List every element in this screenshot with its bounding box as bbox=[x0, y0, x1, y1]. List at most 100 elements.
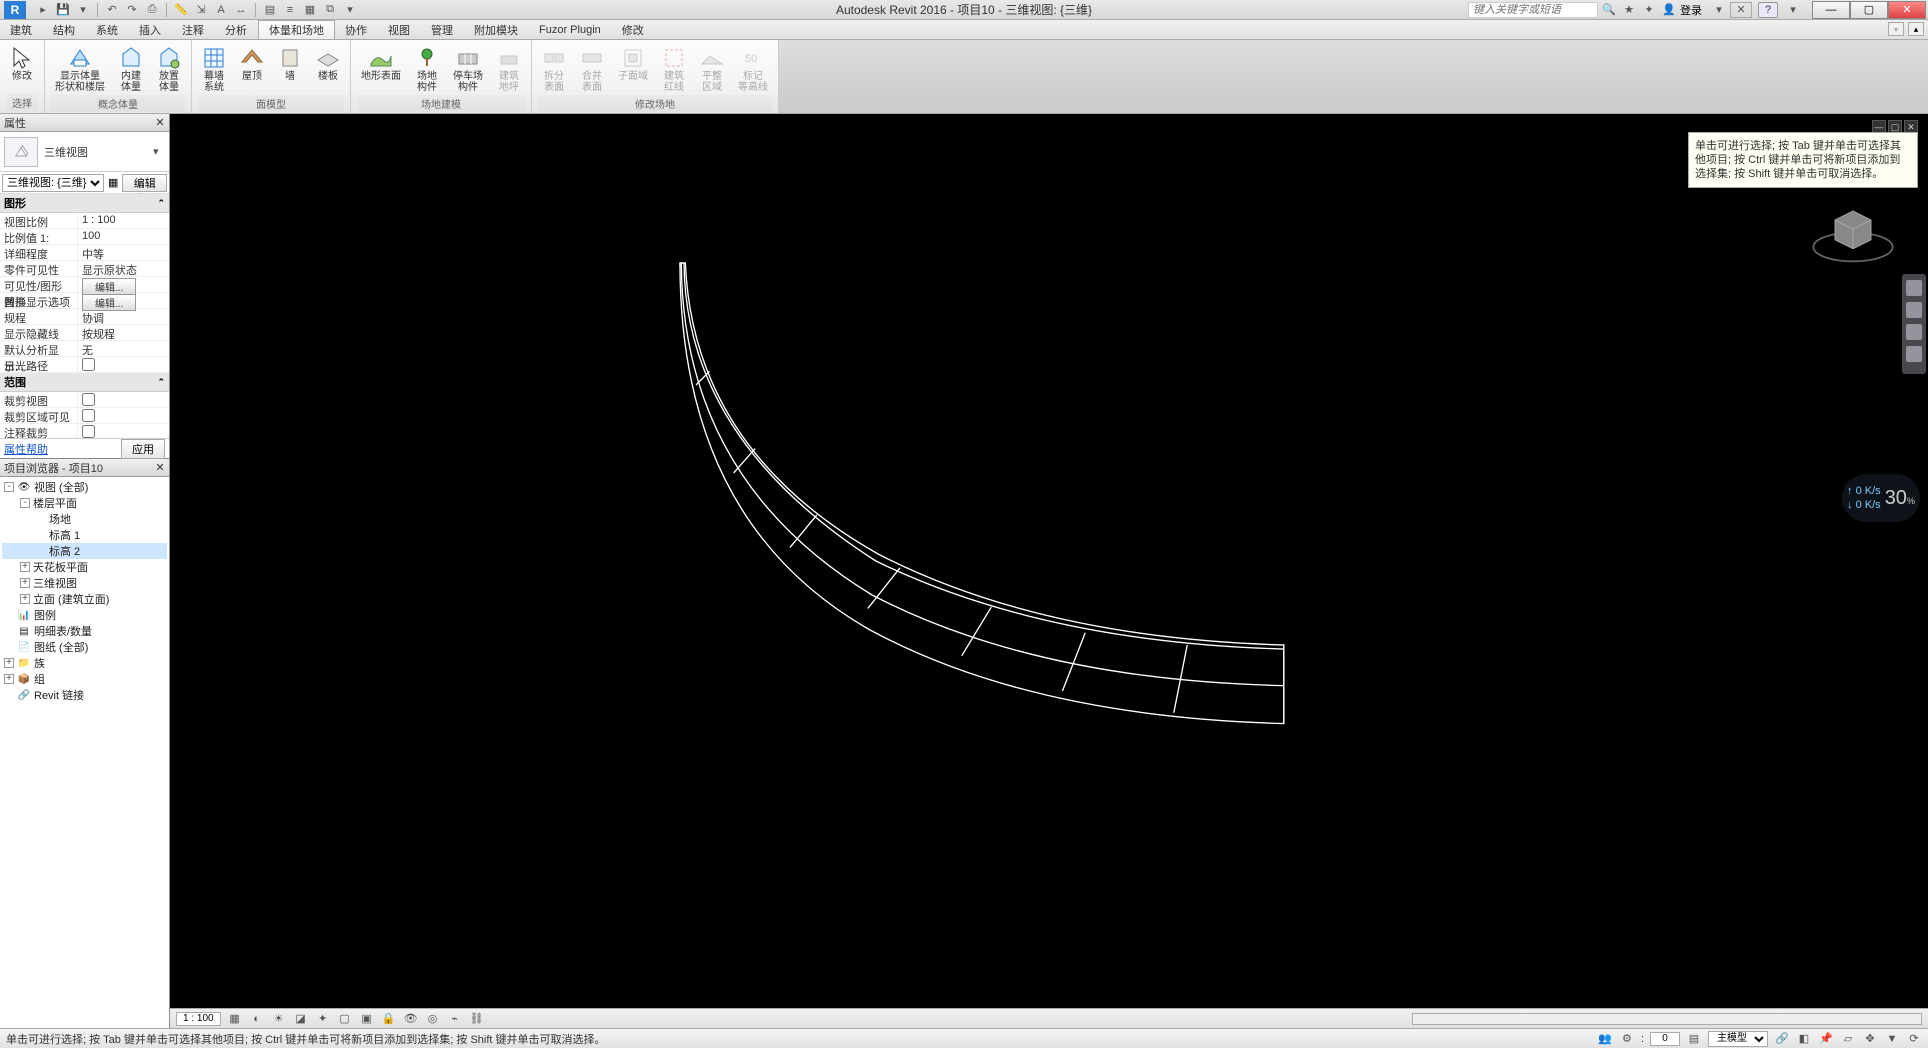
prop-checkbox[interactable] bbox=[82, 358, 95, 371]
infocenter-close-icon[interactable]: ✕ bbox=[1730, 2, 1752, 18]
dimension-icon[interactable]: ↔ bbox=[232, 2, 250, 18]
prop-category[interactable]: 范围⌃ bbox=[0, 373, 169, 392]
subscription-icon[interactable]: ★ bbox=[1620, 2, 1638, 18]
maximize-button[interactable]: ▢ bbox=[1850, 1, 1888, 19]
apply-button[interactable]: 应用 bbox=[121, 439, 165, 459]
exchange-icon[interactable]: ✦ bbox=[1640, 2, 1658, 18]
prop-value[interactable] bbox=[78, 408, 169, 423]
prop-value[interactable]: 编辑... bbox=[78, 277, 169, 292]
shadows-icon[interactable]: ◪ bbox=[293, 1012, 309, 1026]
tab-view[interactable]: 视图 bbox=[378, 20, 421, 39]
tab-annotate[interactable]: 注释 bbox=[172, 20, 215, 39]
minimize-button[interactable]: — bbox=[1812, 1, 1850, 19]
properties-grid[interactable]: 图形⌃视图比例1 : 100比例值 1:100详细程度中等零件可见性显示原状态可… bbox=[0, 194, 169, 438]
project-browser-tree[interactable]: -👁视图 (全部)-楼层平面场地标高 1标高 2+天花板平面+三维视图+立面 (… bbox=[0, 477, 169, 1028]
tab-massing-site[interactable]: 体量和场地 bbox=[258, 20, 335, 39]
prop-value[interactable]: 无 bbox=[78, 341, 169, 356]
tree-row[interactable]: 📊图例 bbox=[2, 607, 167, 623]
crop-view-icon[interactable]: ▢ bbox=[337, 1012, 353, 1026]
prop-checkbox[interactable] bbox=[82, 393, 95, 406]
tab-modify[interactable]: 修改 bbox=[612, 20, 655, 39]
coord-value[interactable] bbox=[1650, 1032, 1680, 1046]
prop-checkbox[interactable] bbox=[82, 425, 95, 438]
tree-expander[interactable]: + bbox=[20, 578, 30, 588]
drag-elements-icon[interactable]: ✥ bbox=[1862, 1032, 1878, 1046]
analytical-icon[interactable]: ⌁ bbox=[447, 1012, 463, 1026]
tree-row[interactable]: 标高 1 bbox=[2, 527, 167, 543]
tab-insert[interactable]: 插入 bbox=[129, 20, 172, 39]
tab-fuzor[interactable]: Fuzor Plugin bbox=[529, 20, 612, 39]
show-mass-button[interactable]: 显示体量 形状和楼层 bbox=[51, 44, 109, 95]
roof-button[interactable]: 屋顶 bbox=[236, 44, 268, 84]
qat-dropdown-icon[interactable]: ▾ bbox=[341, 2, 359, 18]
close-button[interactable]: ✕ bbox=[1888, 1, 1926, 19]
modify-button[interactable]: 修改 bbox=[6, 44, 38, 84]
prop-value[interactable]: 编辑... bbox=[78, 293, 169, 308]
background-processes-icon[interactable]: ⟳ bbox=[1906, 1032, 1922, 1046]
visual-style-icon[interactable]: ◐ bbox=[249, 1012, 265, 1026]
prop-value[interactable]: 按规程 bbox=[78, 325, 169, 340]
tree-row[interactable]: +立面 (建筑立面) bbox=[2, 591, 167, 607]
browser-close-icon[interactable]: ✕ bbox=[153, 460, 167, 474]
curtain-system-button[interactable]: 幕墙 系统 bbox=[198, 44, 230, 95]
view-scale[interactable]: 1 : 100 bbox=[176, 1012, 221, 1026]
type-selector-dropdown-icon[interactable]: ▾ bbox=[153, 145, 165, 158]
properties-close-icon[interactable]: ✕ bbox=[153, 115, 167, 129]
tree-row[interactable]: +天花板平面 bbox=[2, 559, 167, 575]
browser-header[interactable]: 项目浏览器 - 项目10 ✕ bbox=[0, 459, 169, 477]
tree-expander[interactable]: - bbox=[4, 482, 14, 492]
tree-row[interactable]: 场地 bbox=[2, 511, 167, 527]
save-icon[interactable]: 💾 bbox=[54, 2, 72, 18]
detail-level-icon[interactable]: ▦ bbox=[227, 1012, 243, 1026]
redo-icon[interactable]: ↷ bbox=[123, 2, 141, 18]
thin-lines-icon[interactable]: ≡ bbox=[281, 2, 299, 18]
tree-row[interactable]: +📁族 bbox=[2, 655, 167, 671]
prop-value[interactable]: 100 bbox=[78, 229, 169, 244]
measure-icon[interactable]: 📏 bbox=[172, 2, 190, 18]
type-selector[interactable]: 三维视图 ▾ bbox=[0, 132, 169, 172]
infocenter-search-icon[interactable]: 🔍 bbox=[1600, 2, 1618, 18]
reveal-hidden-icon[interactable]: ◎ bbox=[425, 1012, 441, 1026]
filter-icon[interactable]: ▼ bbox=[1884, 1032, 1900, 1046]
drawing-canvas[interactable]: — ▢ ✕ 单击可进行选择; 按 Tab 键并单击可选择其他项目; 按 Ctrl… bbox=[170, 114, 1928, 1008]
prop-value[interactable]: 协调 bbox=[78, 309, 169, 324]
tree-row[interactable]: +📦组 bbox=[2, 671, 167, 687]
select-face-icon[interactable]: ▱ bbox=[1840, 1032, 1856, 1046]
prop-value[interactable] bbox=[78, 392, 169, 407]
help-search-input[interactable] bbox=[1468, 2, 1598, 18]
crop-region-icon[interactable]: ▣ bbox=[359, 1012, 375, 1026]
tree-row[interactable]: -👁视图 (全部) bbox=[2, 479, 167, 495]
tab-addins[interactable]: 附加模块 bbox=[464, 20, 529, 39]
tree-row[interactable]: -楼层平面 bbox=[2, 495, 167, 511]
editable-only-icon[interactable]: ▤ bbox=[1686, 1032, 1702, 1046]
close-hidden-icon[interactable]: ▦ bbox=[301, 2, 319, 18]
worksets-icon[interactable]: 👥 bbox=[1597, 1032, 1613, 1046]
signin-icon[interactable]: 👤 bbox=[1660, 2, 1678, 18]
site-component-button[interactable]: 场地 构件 bbox=[411, 44, 443, 95]
tab-architecture[interactable]: 建筑 bbox=[0, 20, 43, 39]
inplace-mass-button[interactable]: 内建 体量 bbox=[115, 44, 147, 95]
reveal-constraints-icon[interactable]: ⛓ bbox=[469, 1012, 485, 1026]
design-options-icon[interactable]: ⚙ bbox=[1619, 1032, 1635, 1046]
switch-window-icon[interactable]: ⧉ bbox=[321, 2, 339, 18]
favorites-icon[interactable]: ▾ bbox=[1710, 2, 1728, 18]
sun-path-icon[interactable]: ☀ bbox=[271, 1012, 287, 1026]
tab-structure[interactable]: 结构 bbox=[43, 20, 86, 39]
model-combo[interactable]: 主模型 bbox=[1708, 1031, 1768, 1047]
properties-header[interactable]: 属性 ✕ bbox=[0, 114, 169, 132]
save-dd-icon[interactable]: ▾ bbox=[74, 2, 92, 18]
edit-type-button[interactable]: 编辑类型 bbox=[122, 174, 167, 192]
prop-category[interactable]: 图形⌃ bbox=[0, 194, 169, 213]
prop-value[interactable] bbox=[78, 357, 169, 372]
prop-value[interactable]: 中等 bbox=[78, 245, 169, 260]
tree-expander[interactable]: + bbox=[20, 562, 30, 572]
tree-row[interactable]: +三维视图 bbox=[2, 575, 167, 591]
app-icon[interactable]: R bbox=[4, 1, 26, 19]
category-collapse-icon[interactable]: ⌃ bbox=[157, 377, 165, 388]
parking-button[interactable]: 停车场 构件 bbox=[449, 44, 487, 95]
select-pinned-icon[interactable]: 📌 bbox=[1818, 1032, 1834, 1046]
undo-icon[interactable]: ↶ bbox=[103, 2, 121, 18]
prop-checkbox[interactable] bbox=[82, 409, 95, 422]
place-mass-button[interactable]: 放置 体量 bbox=[153, 44, 185, 95]
tab-analyze[interactable]: 分析 bbox=[215, 20, 258, 39]
